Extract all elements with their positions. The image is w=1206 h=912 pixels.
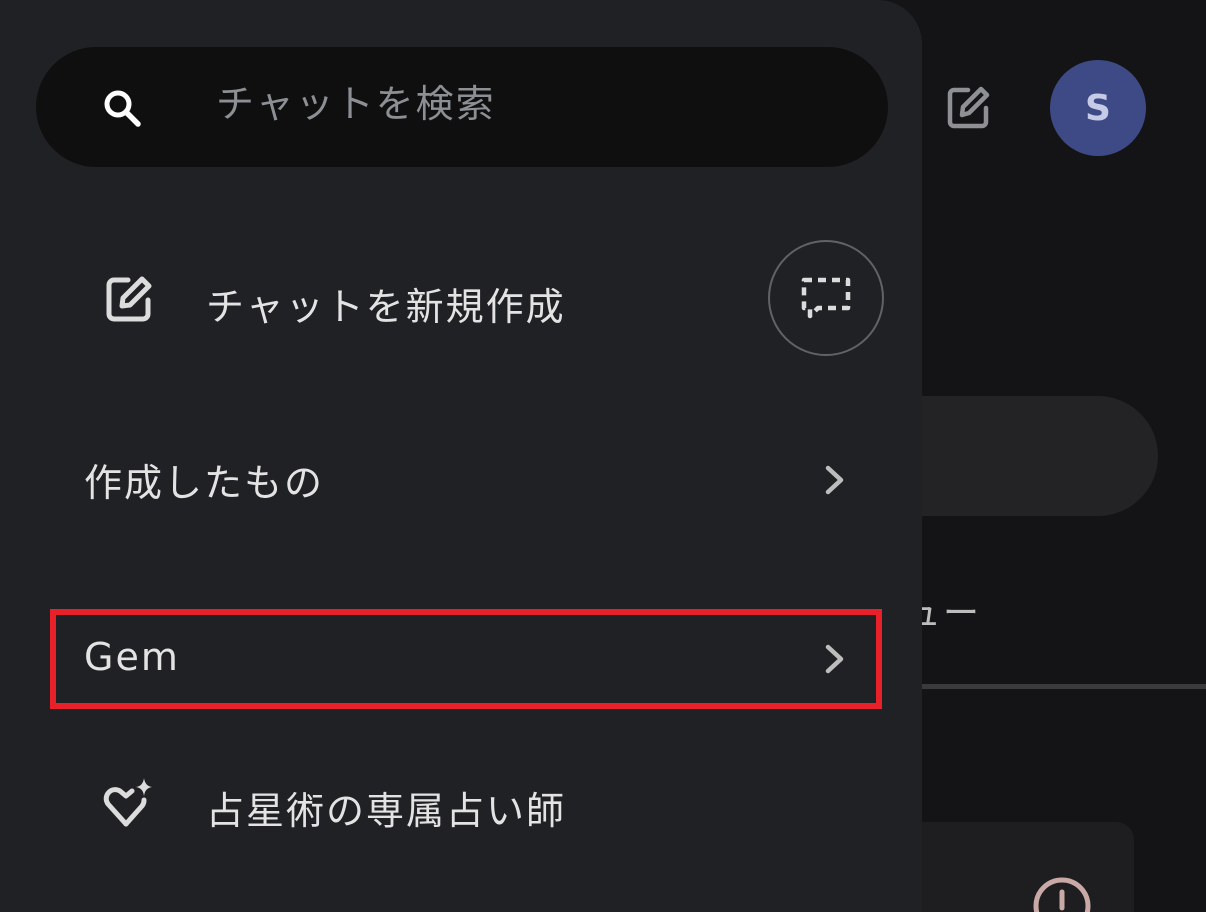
new-chat-header-button[interactable] xyxy=(940,80,996,136)
avatar-initial: S xyxy=(1085,87,1111,129)
gem-entry-row[interactable]: 占星術の専属占い師 xyxy=(0,750,922,860)
gem-entry-label: 占星術の専属占い師 xyxy=(206,789,567,833)
edit-square-icon xyxy=(947,86,990,129)
avatar[interactable]: S xyxy=(1050,60,1146,156)
background-card xyxy=(900,822,1134,912)
new-chat-label: チャットを新規作成 xyxy=(206,285,566,329)
search-icon xyxy=(104,90,141,127)
alert-circle-icon xyxy=(1033,877,1091,912)
edit-square-icon xyxy=(106,276,152,322)
created-items-row[interactable]: 作成したもの xyxy=(0,430,922,530)
highlight-annotation xyxy=(50,609,882,709)
navigation-drawer: チャットを新規作成 作成したもの Gem xyxy=(0,0,922,912)
gem-heart-sparkle-icon xyxy=(103,778,152,827)
created-items-label: 作成したもの xyxy=(84,461,325,505)
temporary-chat-icon xyxy=(801,277,851,319)
app-screen: S ュー チャットを新規作成 作成したもの xyxy=(0,0,1206,912)
temporary-chat-button[interactable] xyxy=(768,240,884,356)
background-divider xyxy=(900,684,1206,689)
search-input[interactable] xyxy=(216,72,836,136)
chevron-right-icon xyxy=(825,465,844,495)
